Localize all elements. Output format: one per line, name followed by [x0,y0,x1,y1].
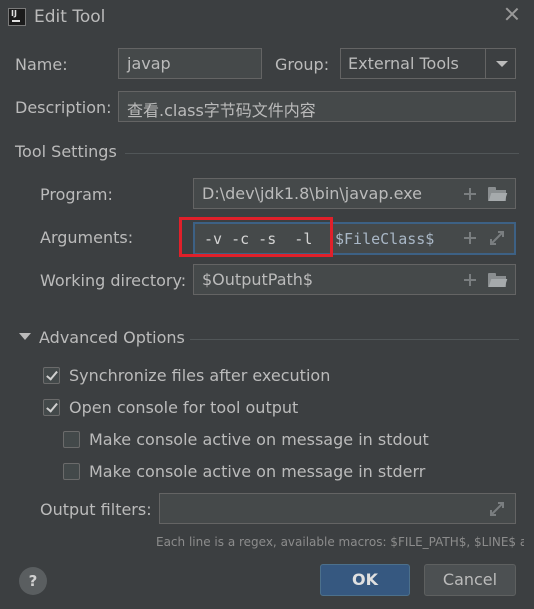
group-select[interactable]: External Tools [340,48,516,79]
description-label: Description: [15,98,112,117]
annotation-highlight-box [179,217,333,257]
section-divider [190,339,519,340]
chevron-down-icon[interactable] [485,49,515,78]
output-filters-label: Output filters: [40,500,152,519]
tool-settings-title: Tool Settings [15,142,117,161]
sync-files-label[interactable]: Synchronize files after execution [69,366,330,385]
expand-icon[interactable] [490,231,504,245]
console-active-stdout-checkbox[interactable] [63,431,80,448]
output-filters-input[interactable] [159,493,516,524]
name-input[interactable]: javap [118,48,262,79]
console-active-stdout-label[interactable]: Make console active on message in stdout [89,430,429,449]
group-label: Group: [275,55,330,74]
close-icon[interactable] [504,6,520,22]
sync-files-checkbox[interactable] [43,367,60,384]
name-label: Name: [15,55,68,74]
working-directory-label: Working directory: [40,271,187,290]
arguments-macro: $FileClass$ [335,230,435,248]
insert-macro-icon[interactable] [464,274,476,286]
collapse-triangle-icon[interactable] [19,333,31,340]
cancel-button[interactable]: Cancel [424,564,516,596]
open-console-label[interactable]: Open console for tool output [69,398,298,417]
arguments-label: Arguments: [40,228,134,247]
folder-icon[interactable] [488,273,508,287]
section-divider [125,153,519,154]
program-value: D:\dev\jdk1.8\bin\javap.exe [202,184,422,203]
window-title: Edit Tool [34,7,106,27]
intellij-idea-icon: IJ [8,8,26,26]
insert-macro-icon[interactable] [464,232,476,244]
advanced-options-title[interactable]: Advanced Options [39,328,185,347]
ok-button[interactable]: OK [320,564,410,596]
open-console-checkbox[interactable] [43,399,60,416]
working-directory-value: $OutputPath$ [202,270,314,289]
insert-macro-icon[interactable] [464,188,476,200]
output-filters-hint: Each line is a regex, available macros: … [156,535,524,549]
console-active-stderr-checkbox[interactable] [63,463,80,480]
group-select-value: External Tools [348,54,459,73]
help-button[interactable]: ? [19,567,47,595]
title-bar: IJ Edit Tool [0,0,534,36]
folder-icon[interactable] [488,187,508,201]
program-label: Program: [40,185,113,204]
expand-icon[interactable] [490,502,504,516]
description-input[interactable]: 查看.class字节码文件内容 [118,91,516,122]
console-active-stderr-label[interactable]: Make console active on message in stderr [89,462,425,481]
